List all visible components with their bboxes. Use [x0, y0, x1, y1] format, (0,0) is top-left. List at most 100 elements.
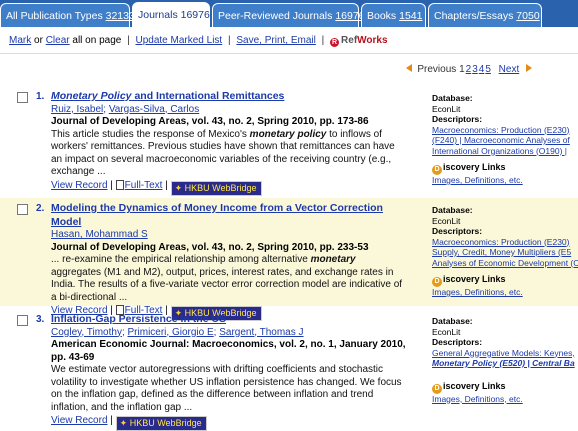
save-print-email-link[interactable]: Save, Print, Email [236, 35, 315, 46]
abstract-text: This article studies the response of Mex… [51, 128, 250, 140]
result-row: 2. Modeling the Dynamics of Money Income… [0, 198, 578, 321]
database-value: EconLit [432, 103, 461, 114]
refworks-logo-icon: R [330, 38, 340, 47]
result-main: Inflation-Gap Persistence in the US Cogl… [51, 313, 407, 431]
author-link[interactable]: Primiceri, Giorgio E [128, 327, 214, 338]
tab-label: Peer-Reviewed Journals [218, 10, 333, 22]
descriptor-link[interactable]: International Organizations (O190) | [432, 146, 567, 156]
page-4-link[interactable]: 4 [479, 64, 485, 75]
result-row: 1. Monetary Policy and International Rem… [0, 88, 578, 196]
previous-link[interactable]: Previous [417, 64, 456, 75]
webbridge-label: HKBU WebBridge [184, 182, 257, 193]
abstract: This article studies the response of Mex… [51, 129, 407, 179]
all-on-page-text: all on page [72, 35, 122, 46]
next-arrow-icon [526, 64, 532, 72]
descriptors-label: Descriptors: [432, 226, 483, 236]
divider [0, 53, 578, 54]
descriptors-label: Descriptors: [432, 114, 483, 124]
author-link[interactable]: Hasan, Mohammad S [51, 229, 148, 240]
previous-arrow-icon [405, 64, 412, 72]
descriptor-link[interactable]: (F240) | Macroeconomic Analyses of [432, 135, 570, 145]
update-marked-list-link[interactable]: Update Marked List [136, 35, 223, 46]
select-checkbox[interactable] [17, 315, 28, 326]
result-sidebar: Database: EconLit Descriptors: Macroecon… [432, 205, 578, 298]
images-definitions-link[interactable]: Images, Definitions, etc. [432, 287, 523, 297]
mark-all-link[interactable]: Mark [9, 35, 31, 46]
images-definitions-link[interactable]: Images, Definitions, etc. [432, 175, 523, 185]
descriptors-label: Descriptors: [432, 337, 483, 347]
webbridge-icon: ✦ [174, 182, 185, 193]
results-toolbar: Mark or Clear all on page | Update Marke… [0, 30, 578, 52]
result-actions: View Record | ✦ HKBU WebBridge [51, 415, 407, 431]
discovery-links-heading: Discovery Links [432, 274, 578, 287]
separator: | [321, 35, 325, 46]
separator: | [228, 35, 231, 46]
descriptor-link[interactable]: Supply, Credit, Money Multipliers (E5 [432, 247, 571, 257]
abstract-text: aggregates (M1 and M2), output, prices, … [51, 266, 403, 303]
result-number: 2. [36, 203, 45, 214]
tab-books[interactable]: Books 1541 [361, 3, 426, 27]
page-5-link[interactable]: 5 [485, 64, 491, 75]
discovery-label: iscovery Links [443, 162, 506, 172]
refworks-link[interactable]: R RefWorks [330, 35, 388, 47]
tab-count: 7050 [516, 10, 540, 22]
abstract-highlight: monetary [310, 254, 356, 265]
descriptor-link[interactable]: Macroeconomics: Production (E230) [432, 237, 569, 247]
database-value: EconLit [432, 215, 461, 226]
refworks-ref-text: Ref [341, 35, 358, 46]
discovery-icon: D [432, 165, 442, 175]
discovery-icon: D [432, 277, 442, 287]
refworks-works-text: Works [357, 35, 388, 46]
abstract: ... re-examine the empirical relationshi… [51, 254, 407, 304]
result-title-link[interactable]: Monetary Policy and International Remitt… [51, 90, 284, 102]
title-text: and International Remittances [131, 90, 285, 102]
select-checkbox[interactable] [17, 204, 28, 215]
authors: Cogley, Timothy; Primiceri, Giorgio E; S… [51, 326, 304, 338]
abstract: We estimate vector autoregressions with … [51, 364, 402, 413]
source-citation: Journal of Developing Areas, vol. 43, no… [51, 241, 369, 253]
result-actions: View Record | Full-Text | ✦ HKBU WebBrid… [51, 179, 407, 196]
page-1: 1 [459, 64, 465, 75]
tab-all-publication-types[interactable]: All Publication Types 32133 [0, 3, 135, 27]
page-3-link[interactable]: 3 [472, 64, 478, 75]
source-citation: Journal of Developing Areas, vol. 43, no… [51, 116, 369, 127]
result-title-link[interactable]: Modeling the Dynamics of Money Income fr… [51, 202, 383, 228]
descriptor-link[interactable]: General Aggregative Models: Keynes, [432, 348, 575, 358]
select-checkbox[interactable] [17, 92, 28, 103]
result-main: Modeling the Dynamics of Money Income fr… [51, 202, 407, 321]
result-number: 1. [36, 91, 45, 102]
author-link[interactable]: Ruiz, Isabel [51, 104, 103, 115]
descriptor-link[interactable]: Monetary Policy (E520) | Central Ba [432, 358, 575, 368]
full-text-link[interactable]: Full-Text [125, 180, 163, 191]
page-2-link[interactable]: 2 [466, 64, 472, 75]
discovery-icon: D [432, 383, 442, 394]
result-title-link[interactable]: Inflation-Gap Persistence in the US [51, 313, 226, 325]
hkbu-webbridge-button[interactable]: ✦ HKBU WebBridge [115, 416, 207, 431]
tab-peer-reviewed-journals[interactable]: Peer-Reviewed Journals 16976 [212, 3, 365, 27]
next-link[interactable]: Next [499, 64, 520, 75]
tab-chapters-essays[interactable]: Chapters/Essays 7050 [428, 3, 542, 27]
tab-journals[interactable]: Journals 16976 [132, 2, 210, 28]
discovery-label: iscovery Links [443, 380, 506, 391]
author-link[interactable]: Sargent, Thomas J [219, 327, 303, 338]
result-number: 3. [36, 314, 45, 325]
webbridge-icon: ✦ [119, 418, 130, 428]
clear-all-link[interactable]: Clear [46, 35, 70, 46]
view-record-link[interactable]: View Record [51, 180, 108, 191]
hkbu-webbridge-button[interactable]: ✦ HKBU WebBridge [170, 180, 262, 196]
publication-type-tabs: All Publication Types 32133 Journals 169… [0, 0, 578, 28]
database-label: Database: [432, 205, 473, 215]
descriptor-link[interactable]: Macroeconomics: Production (E230) [432, 125, 569, 135]
author-link[interactable]: Cogley, Timothy [51, 327, 122, 338]
database-label: Database: [432, 316, 473, 326]
descriptor-link[interactable]: Analyses of Economic Development (C [432, 258, 578, 268]
author-link[interactable]: Vargas-Silva, Carlos [109, 104, 199, 115]
tab-count: 1541 [399, 10, 423, 22]
database-value: EconLit [432, 326, 461, 337]
view-record-link[interactable]: View Record [51, 415, 108, 426]
authors: Hasan, Mohammad S [51, 229, 407, 242]
title-highlight: Monetary Policy [51, 90, 132, 102]
tab-label: Chapters/Essays [434, 10, 514, 22]
images-definitions-link[interactable]: Images, Definitions, etc. [432, 394, 523, 404]
abstract-text: ... re-examine the empirical relationshi… [51, 254, 311, 265]
